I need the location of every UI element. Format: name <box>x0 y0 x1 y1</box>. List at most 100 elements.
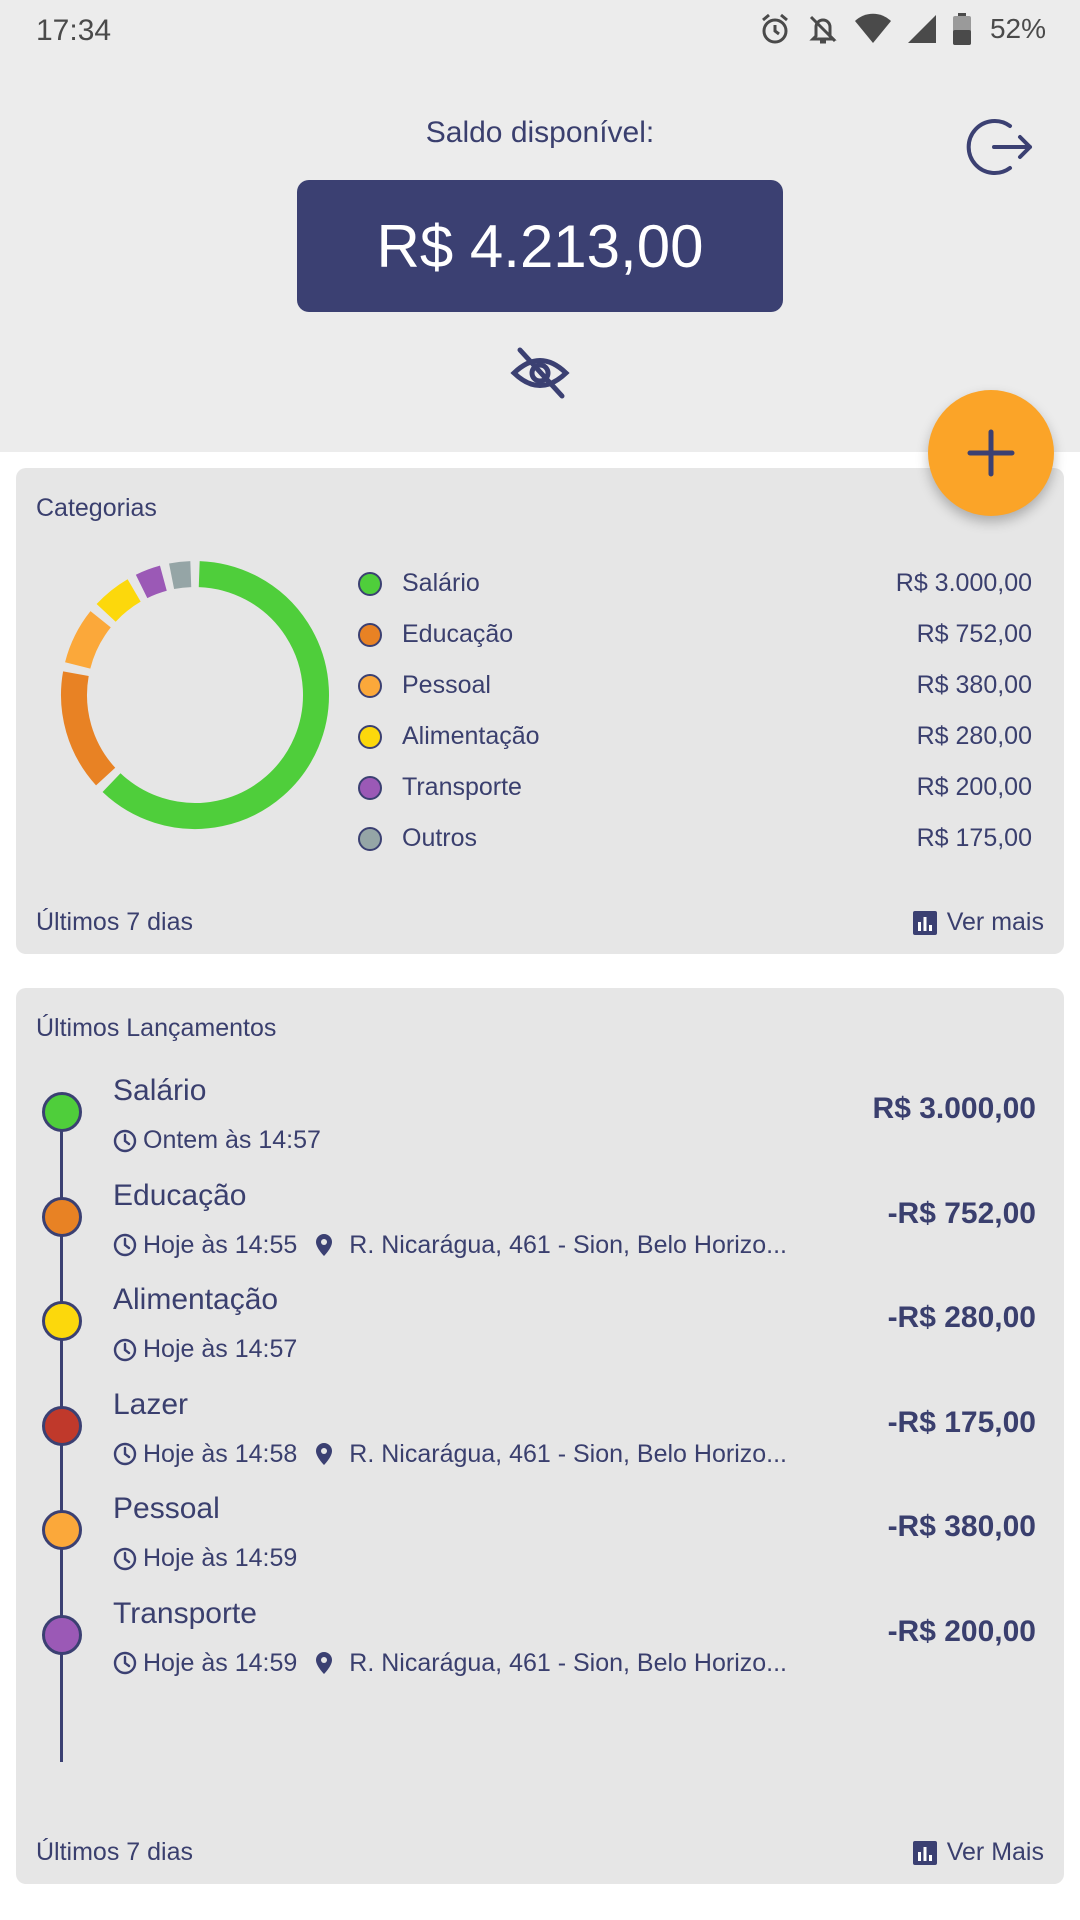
categories-period: Últimos 7 dias <box>36 908 193 936</box>
balance-box: R$ 4.213,00 <box>297 180 783 312</box>
transaction-item[interactable]: Lazer Hoje às 14:58 R. Nicarágua, 461 - Si… <box>16 1388 1064 1498</box>
transactions-see-more-label: Ver Mais <box>946 1838 1044 1866</box>
categories-see-more-label: Ver mais <box>946 908 1044 936</box>
legend-label: Educação <box>402 620 514 648</box>
donut-segment <box>65 611 112 669</box>
transaction-item[interactable]: Educação Hoje às 14:55 R. Nicarágua, 461 -… <box>16 1179 1064 1289</box>
legend-value: R$ 752,00 <box>916 620 1032 648</box>
transaction-item[interactable]: Salário Ontem às 14:57 R$ 3.000,00 <box>16 1074 1064 1184</box>
legend-item: Salário R$ 3.000,00 <box>352 558 1032 609</box>
legend-value: R$ 200,00 <box>916 773 1032 801</box>
legend-label: Salário <box>402 569 480 597</box>
transaction-location: R. Nicarágua, 461 - Sion, Belo Horizo... <box>315 1231 787 1260</box>
transaction-amount: R$ 3.000,00 <box>872 1092 1036 1125</box>
legend-item: Alimentação R$ 280,00 <box>352 711 1032 762</box>
transaction-time: Ontem às 14:57 <box>143 1126 321 1154</box>
clock-icon <box>113 1547 137 1570</box>
transaction-name: Alimentação <box>113 1283 279 1316</box>
categories-see-more-link[interactable]: Ver mais <box>912 908 1044 937</box>
transaction-location: R. Nicarágua, 461 - Sion, Belo Horizo... <box>315 1440 787 1469</box>
transaction-name: Pessoal <box>113 1492 220 1525</box>
legend-value: R$ 175,00 <box>916 824 1032 852</box>
transaction-name: Salário <box>113 1074 207 1107</box>
bar-chart-icon <box>912 1840 937 1865</box>
donut-segment <box>169 561 192 590</box>
transaction-amount: -R$ 280,00 <box>887 1301 1036 1334</box>
transaction-meta: Ontem às 14:57 <box>113 1126 321 1155</box>
legend-color-dot <box>358 826 382 851</box>
legend-color-dot <box>358 571 382 596</box>
clock-icon <box>113 1233 137 1257</box>
legend-color-dot <box>358 622 382 647</box>
timeline-dot <box>42 1092 82 1132</box>
timeline-dot <box>42 1196 82 1237</box>
balance-header: Saldo disponível: R$ 4.213,00 <box>0 64 1080 452</box>
legend-item: Transporte R$ 200,00 <box>352 762 1032 813</box>
transaction-name: Educação <box>113 1178 247 1212</box>
location-pin-icon <box>316 1652 333 1674</box>
balance-value: R$ 4.213,00 <box>376 212 704 280</box>
transaction-meta: Hoje às 14:55 R. Nicarágua, 461 - Sion, B… <box>113 1231 787 1260</box>
legend-item: Outros R$ 175,00 <box>352 813 1032 864</box>
clock-icon <box>113 1338 137 1361</box>
legend-item: Pessoal R$ 380,00 <box>352 660 1032 711</box>
transactions-title: Últimos Lançamentos <box>36 1014 277 1042</box>
timeline-dot <box>42 1510 82 1550</box>
legend-color-dot <box>358 724 382 749</box>
transaction-location: R. Nicarágua, 461 - Sion, Belo Horizo... <box>315 1649 787 1678</box>
transaction-time: Hoje às 14:58 <box>143 1439 298 1468</box>
transaction-meta: Hoje às 14:58 R. Nicarágua, 461 - Sion, B… <box>113 1440 787 1469</box>
transaction-amount: -R$ 752,00 <box>887 1196 1036 1230</box>
status-bar: 17:34 52% <box>0 0 1080 64</box>
status-icons: 52% <box>758 12 1046 46</box>
location-pin-icon <box>316 1234 333 1256</box>
legend-item: Educação R$ 752,00 <box>352 609 1032 660</box>
transactions-see-more-link[interactable]: Ver Mais <box>912 1838 1044 1867</box>
hide-balance-icon[interactable] <box>510 346 570 400</box>
transaction-meta: Hoje às 14:59 R. Nicarágua, 461 - Sion, B… <box>113 1649 787 1678</box>
notifications-off-icon <box>809 15 837 44</box>
clock-icon <box>113 1651 137 1675</box>
cellular-icon <box>907 15 936 43</box>
transaction-time: Hoje às 14:59 <box>143 1544 298 1572</box>
legend-label: Pessoal <box>402 671 491 699</box>
transaction-name: Transporte <box>113 1596 257 1630</box>
transaction-location-text: R. Nicarágua, 461 - Sion, Belo Horizo... <box>349 1230 787 1259</box>
legend-value: R$ 380,00 <box>916 671 1032 699</box>
transaction-item[interactable]: Pessoal Hoje às 14:59 -R$ 380,00 <box>16 1492 1064 1602</box>
timeline-dot <box>42 1301 82 1341</box>
transaction-amount: -R$ 200,00 <box>887 1614 1036 1648</box>
donut-segment <box>96 579 142 623</box>
transaction-location-text: R. Nicarágua, 461 - Sion, Belo Horizo... <box>349 1439 787 1468</box>
battery-percent: 52% <box>989 13 1046 44</box>
alarm-icon <box>761 13 788 44</box>
transaction-amount: -R$ 175,00 <box>887 1405 1036 1439</box>
logout-icon[interactable] <box>966 112 1036 182</box>
donut-segment <box>61 671 116 786</box>
categories-donut-chart <box>61 561 329 829</box>
transaction-location-text: R. Nicarágua, 461 - Sion, Belo Horizo... <box>349 1648 787 1677</box>
battery-icon <box>952 13 971 45</box>
transactions-period: Últimos 7 dias <box>36 1838 193 1866</box>
status-time: 17:34 <box>36 14 112 47</box>
timeline-dot <box>42 1405 82 1446</box>
legend-color-dot <box>358 673 382 698</box>
transaction-item[interactable]: Transporte Hoje às 14:59 R. Nicarágua, 461… <box>16 1597 1064 1707</box>
transactions-card: Últimos Lançamentos Salário Ontem às 14:5… <box>16 988 1064 1884</box>
add-transaction-button[interactable] <box>928 390 1054 516</box>
donut-segment <box>102 561 329 829</box>
legend-label: Outros <box>402 824 478 852</box>
categories-legend: Salário R$ 3.000,00 Educação R$ 752,00 Pesso… <box>352 558 1032 864</box>
bar-chart-icon <box>912 910 937 935</box>
transaction-amount: -R$ 380,00 <box>887 1510 1036 1543</box>
transaction-time: Hoje às 14:55 <box>143 1230 298 1259</box>
legend-label: Transporte <box>402 773 522 801</box>
wifi-icon <box>854 13 891 44</box>
transaction-meta: Hoje às 14:57 <box>113 1335 297 1364</box>
categories-card: Categorias Salário R$ 3.000,00 Educação R$ … <box>16 468 1064 954</box>
legend-label: Alimentação <box>402 722 540 750</box>
plus-icon <box>967 429 1015 477</box>
transaction-time: Hoje às 14:57 <box>143 1335 298 1363</box>
transaction-item[interactable]: Alimentação Hoje às 14:57 -R$ 280,00 <box>16 1283 1064 1393</box>
location-pin-icon <box>316 1443 333 1465</box>
